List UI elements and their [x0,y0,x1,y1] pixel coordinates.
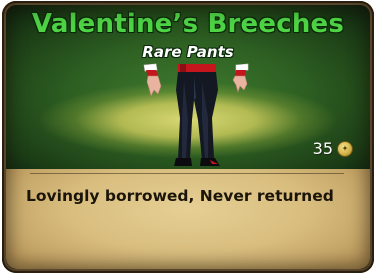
shoes [174,158,220,166]
price-value: 35 [312,139,333,158]
left-hand [143,63,162,97]
right-hand [232,63,249,94]
item-rarity-type: Rare Pants [142,43,234,61]
pants-figure-image [143,63,249,166]
description-divider [30,173,344,174]
item-art-area: Valentine’s Breeches Rare Pants 35 ✦ [6,5,370,170]
coin-icon: ✦ [338,141,352,156]
pants-legs [176,72,218,160]
item-name: Valentine’s Breeches [31,9,345,39]
item-price: 35 ✦ [313,139,352,158]
item-description: Lovingly borrowed, Never returned [26,187,334,205]
item-card: Valentine’s Breeches Rare Pants 35 ✦ Lov… [2,1,374,273]
description-panel: Lovingly borrowed, Never returned [6,169,370,269]
